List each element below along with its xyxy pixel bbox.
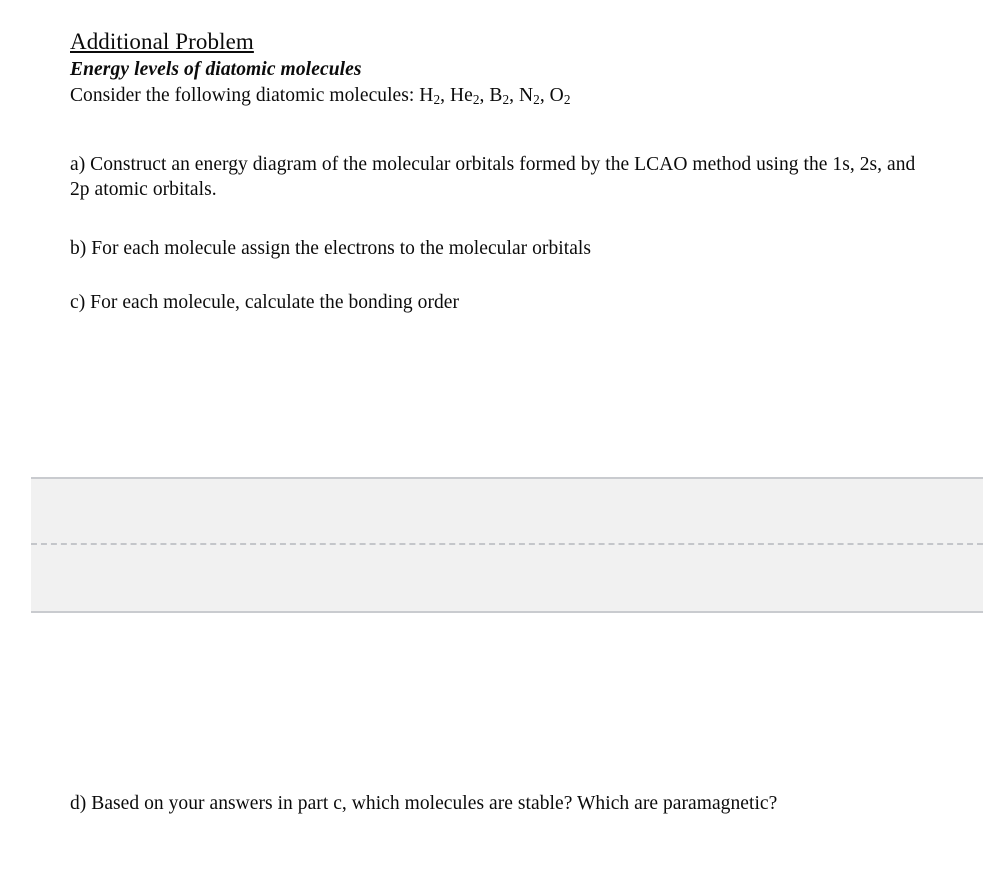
page-title: Additional Problem xyxy=(70,29,254,54)
molecule-list-prefix: Consider the following diatomic molecule… xyxy=(70,85,420,106)
answer-panel xyxy=(31,477,983,613)
separator: , xyxy=(509,85,519,106)
problem-part-c: c) For each molecule, calculate the bond… xyxy=(70,292,460,313)
molecule-he2: He2 xyxy=(449,85,480,107)
separator: , xyxy=(479,85,490,106)
subscript-2: 2 xyxy=(472,91,480,107)
subscript-2: 2 xyxy=(533,91,540,107)
molecule-h2: H2 xyxy=(419,85,441,107)
separator: , xyxy=(440,85,450,106)
problem-part-d: d) Based on your answers in part c, whic… xyxy=(70,793,778,814)
problem-subtitle: Energy levels of diatomic molecules xyxy=(70,59,362,80)
answer-panel-divider xyxy=(31,543,983,545)
problem-part-a: a) Construct an energy diagram of the mo… xyxy=(70,154,916,200)
molecule-o2: O2 xyxy=(549,85,571,107)
molecule-list-line: Consider the following diatomic molecule… xyxy=(70,83,950,108)
problem-text-block: Additional Problem Energy levels of diat… xyxy=(70,28,950,313)
document-page: Additional Problem Energy levels of diat… xyxy=(0,0,1008,880)
molecule-b2: B2 xyxy=(489,85,510,107)
separator: , xyxy=(539,85,550,106)
problem-part-b: b) For each molecule assign the electron… xyxy=(70,238,592,259)
subscript-2: 2 xyxy=(563,91,571,107)
molecule-n2: N2 xyxy=(518,85,540,107)
